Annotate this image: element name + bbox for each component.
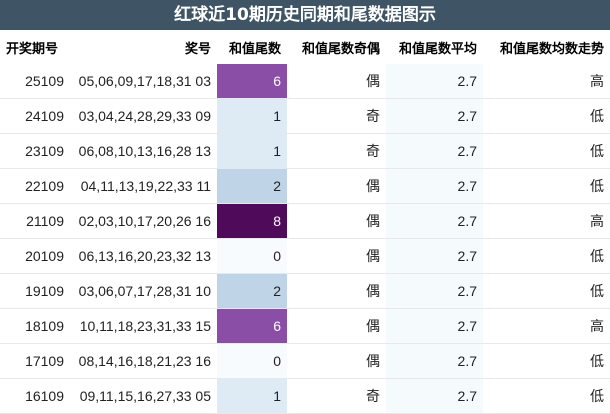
parity-cell: 偶 bbox=[287, 64, 386, 99]
header-row: 开奖期号 奖号 和值尾数 和值尾数奇偶 和值尾数平均 和值尾数均数走势 bbox=[0, 30, 610, 64]
tail-cell: 6 bbox=[217, 64, 287, 99]
table-row: 23109 06,08,10,13,16,28 13 1 奇 2.7 低 bbox=[0, 133, 610, 169]
tail-cell: 8 bbox=[217, 203, 287, 239]
parity-cell: 奇 bbox=[287, 133, 386, 169]
trend-cell: 低 bbox=[483, 133, 610, 169]
avg-cell: 2.7 bbox=[386, 308, 483, 344]
table-row: 16109 09,11,15,16,27,33 05 1 奇 2.7 低 bbox=[0, 378, 610, 414]
trend-cell: 低 bbox=[483, 98, 610, 134]
tail-cell: 0 bbox=[217, 238, 287, 274]
tail-cell: 1 bbox=[217, 133, 287, 169]
table-row: 19109 03,06,07,17,28,31 10 2 偶 2.7 低 bbox=[0, 273, 610, 309]
tail-cell: 2 bbox=[217, 168, 287, 204]
tail-cell: 0 bbox=[217, 343, 287, 379]
table-row: 22109 04,11,13,19,22,33 11 2 偶 2.7 低 bbox=[0, 168, 610, 204]
numbers-cell: 03,04,24,28,29,33 09 bbox=[70, 98, 217, 134]
table-row: 17109 08,14,16,18,21,23 16 0 偶 2.7 低 bbox=[0, 343, 610, 379]
avg-cell: 2.7 bbox=[386, 203, 483, 239]
parity-cell: 奇 bbox=[287, 98, 386, 134]
parity-cell: 偶 bbox=[287, 168, 386, 204]
parity-cell: 偶 bbox=[287, 308, 386, 344]
col-header-period: 开奖期号 bbox=[0, 30, 70, 64]
avg-cell: 2.7 bbox=[386, 133, 483, 169]
avg-cell: 2.7 bbox=[386, 238, 483, 274]
history-table: 开奖期号 奖号 和值尾数 和值尾数奇偶 和值尾数平均 和值尾数均数走势 2510… bbox=[0, 30, 610, 414]
parity-cell: 偶 bbox=[287, 273, 386, 309]
parity-cell: 偶 bbox=[287, 343, 386, 379]
tail-cell: 1 bbox=[217, 378, 287, 414]
avg-cell: 2.7 bbox=[386, 343, 483, 379]
trend-cell: 高 bbox=[483, 64, 610, 99]
period-cell: 20109 bbox=[0, 238, 70, 274]
numbers-cell: 09,11,15,16,27,33 05 bbox=[70, 378, 217, 414]
trend-cell: 低 bbox=[483, 343, 610, 379]
page-title: 红球近10期历史同期和尾数据图示 bbox=[0, 0, 610, 30]
period-cell: 19109 bbox=[0, 273, 70, 309]
col-header-tail: 和值尾数 bbox=[217, 30, 287, 64]
avg-cell: 2.7 bbox=[386, 98, 483, 134]
parity-cell: 奇 bbox=[287, 378, 386, 414]
tail-cell: 1 bbox=[217, 98, 287, 134]
avg-cell: 2.7 bbox=[386, 273, 483, 309]
period-cell: 16109 bbox=[0, 378, 70, 414]
period-cell: 21109 bbox=[0, 203, 70, 239]
trend-cell: 低 bbox=[483, 168, 610, 204]
table-row: 24109 03,04,24,28,29,33 09 1 奇 2.7 低 bbox=[0, 98, 610, 134]
numbers-cell: 06,13,16,20,23,32 13 bbox=[70, 238, 217, 274]
numbers-cell: 06,08,10,13,16,28 13 bbox=[70, 133, 217, 169]
col-header-avg: 和值尾数平均 bbox=[386, 30, 483, 64]
trend-cell: 低 bbox=[483, 378, 610, 414]
parity-cell: 偶 bbox=[287, 238, 386, 274]
period-cell: 24109 bbox=[0, 98, 70, 134]
avg-cell: 2.7 bbox=[386, 378, 483, 414]
trend-cell: 高 bbox=[483, 203, 610, 239]
avg-cell: 2.7 bbox=[386, 64, 483, 99]
numbers-cell: 08,14,16,18,21,23 16 bbox=[70, 343, 217, 379]
table-row: 20109 06,13,16,20,23,32 13 0 偶 2.7 低 bbox=[0, 238, 610, 274]
trend-cell: 高 bbox=[483, 308, 610, 344]
table-row: 25109 05,06,09,17,18,31 03 6 偶 2.7 高 bbox=[0, 64, 610, 99]
period-cell: 23109 bbox=[0, 133, 70, 169]
numbers-cell: 02,03,10,17,20,26 16 bbox=[70, 203, 217, 239]
period-cell: 18109 bbox=[0, 308, 70, 344]
numbers-cell: 03,06,07,17,28,31 10 bbox=[70, 273, 217, 309]
period-cell: 25109 bbox=[0, 64, 70, 99]
trend-cell: 低 bbox=[483, 238, 610, 274]
avg-cell: 2.7 bbox=[386, 168, 483, 204]
tail-cell: 6 bbox=[217, 308, 287, 344]
period-cell: 22109 bbox=[0, 168, 70, 204]
col-header-parity: 和值尾数奇偶 bbox=[287, 30, 386, 64]
col-header-trend: 和值尾数均数走势 bbox=[483, 30, 610, 64]
table-row: 18109 10,11,18,23,31,33 15 6 偶 2.7 高 bbox=[0, 308, 610, 344]
tail-cell: 2 bbox=[217, 273, 287, 309]
trend-cell: 低 bbox=[483, 273, 610, 309]
table-row: 21109 02,03,10,17,20,26 16 8 偶 2.7 高 bbox=[0, 203, 610, 239]
parity-cell: 偶 bbox=[287, 203, 386, 239]
numbers-cell: 10,11,18,23,31,33 15 bbox=[70, 308, 217, 344]
numbers-cell: 05,06,09,17,18,31 03 bbox=[70, 64, 217, 99]
col-header-numbers: 奖号 bbox=[70, 30, 217, 64]
period-cell: 17109 bbox=[0, 343, 70, 379]
numbers-cell: 04,11,13,19,22,33 11 bbox=[70, 168, 217, 204]
